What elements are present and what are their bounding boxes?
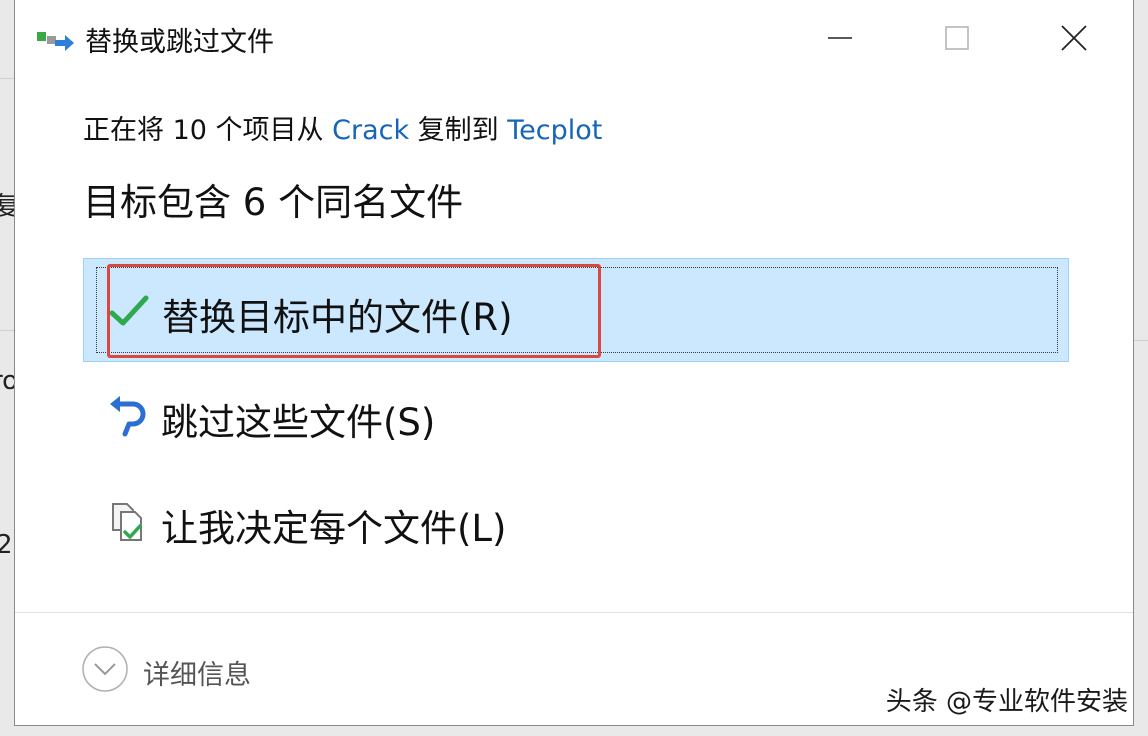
file-move-icon (37, 32, 74, 51)
window-title: 替换或跳过文件 (85, 27, 274, 58)
expand-details-button[interactable] (81, 645, 129, 693)
highlight-annotation (107, 264, 601, 358)
compare-files-icon (112, 503, 142, 541)
skip-arrow-icon (110, 396, 146, 437)
maximize-icon (945, 26, 969, 50)
background-text-fragment: 2 (0, 530, 13, 560)
background-divider (0, 78, 14, 79)
minimize-icon (828, 37, 852, 39)
watermark: 头条 @专业软件安装 (885, 687, 1128, 717)
close-button[interactable] (1029, 8, 1119, 68)
decide-each-file-label: 让我决定每个文件(L) (161, 507, 507, 550)
details-label[interactable]: 详细信息 (143, 653, 251, 692)
source-folder-link[interactable]: Crack (332, 115, 409, 146)
conflict-heading: 目标包含 6 个同名文件 (83, 181, 464, 224)
background-divider (0, 330, 14, 331)
summary-middle: 复制到 (409, 115, 508, 146)
maximize-button[interactable] (912, 8, 1002, 68)
destination-folder-link[interactable]: Tecplot (507, 115, 602, 146)
title-bar[interactable]: 替换或跳过文件 (15, 0, 1133, 78)
background-divider (1134, 340, 1148, 341)
replace-or-skip-dialog: 替换或跳过文件 正在将 10 个项目从 Crack 复制到 Tecplot 目标… (14, 0, 1134, 726)
decide-each-file-option[interactable]: 让我决定每个文件(L) (83, 470, 1069, 574)
chevron-down-icon (94, 663, 116, 676)
copy-summary: 正在将 10 个项目从 Crack 复制到 Tecplot (83, 108, 602, 147)
summary-prefix: 正在将 10 个项目从 (83, 115, 333, 146)
close-icon (1061, 25, 1087, 51)
skip-files-option[interactable]: 跳过这些文件(S) (83, 364, 1069, 468)
minimize-button[interactable] (795, 8, 885, 68)
skip-files-label: 跳过这些文件(S) (161, 401, 436, 444)
